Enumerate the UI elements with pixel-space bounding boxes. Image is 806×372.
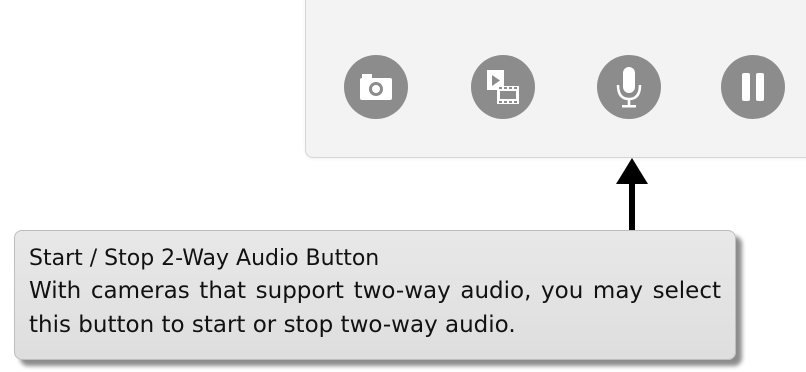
- pointer-arrow-head: [616, 158, 648, 184]
- record-button[interactable]: [471, 55, 535, 119]
- callout-description: With cameras that support two-way audio,…: [29, 278, 721, 338]
- microphone-icon: [616, 67, 642, 108]
- callout-box: Start / Stop 2-Way Audio Button With cam…: [14, 230, 736, 360]
- camera-icon: [360, 74, 392, 100]
- pause-icon: [742, 73, 764, 101]
- pointer-arrow: [629, 182, 635, 232]
- callout-title: Start / Stop 2-Way Audio Button: [29, 246, 380, 271]
- two-way-audio-button[interactable]: [597, 55, 661, 119]
- snapshot-button[interactable]: [344, 55, 408, 119]
- video-record-icon: [487, 70, 519, 104]
- video-toolbar: [305, 0, 806, 158]
- pause-button[interactable]: [721, 55, 785, 119]
